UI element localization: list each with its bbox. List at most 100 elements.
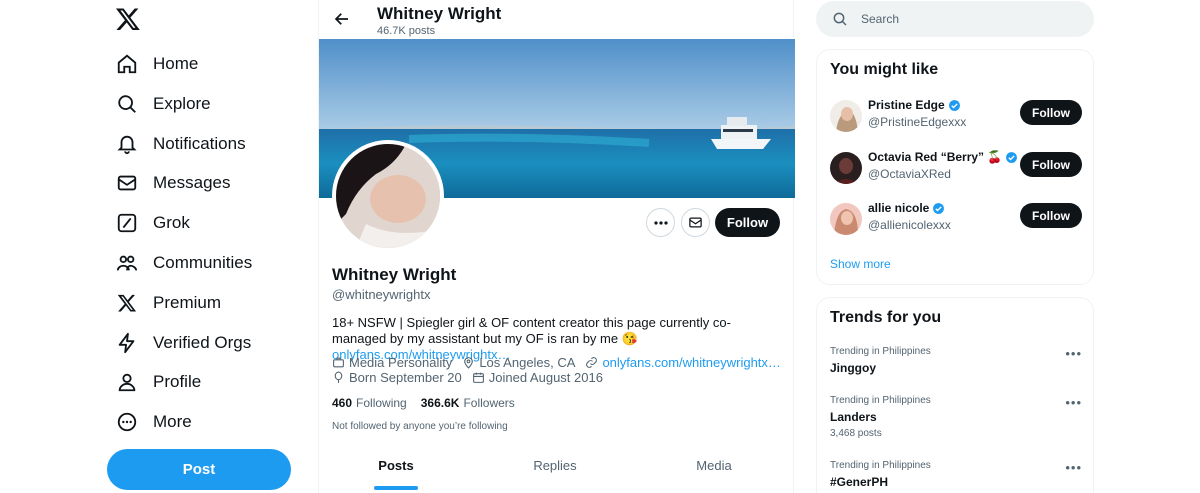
- nav-item-notifications[interactable]: Notifications: [115, 124, 246, 164]
- nav-item-explore[interactable]: Explore: [115, 84, 211, 124]
- followers-link[interactable]: 366.6K Followers: [421, 396, 515, 410]
- trend-item[interactable]: Trending in Philippines Landers 3,468 po…: [830, 395, 1082, 439]
- trend-name: #GenerPH: [830, 475, 889, 489]
- user-name: Octavia Red “Berry” 🍒: [868, 150, 1018, 164]
- nav-label: Home: [153, 54, 199, 73]
- nav-label: Messages: [153, 173, 231, 192]
- trend-context: Trending in Philippines: [830, 346, 931, 357]
- nav-item-profile[interactable]: Profile: [115, 362, 201, 402]
- tab-replies[interactable]: Replies: [513, 458, 597, 493]
- envelope-icon: [689, 217, 702, 228]
- nav-label: Grok: [153, 213, 190, 232]
- follow-button[interactable]: Follow: [1020, 100, 1082, 125]
- trend-item[interactable]: Trending in Philippines #GenerPH •••: [830, 460, 1082, 489]
- avatar[interactable]: [830, 100, 862, 132]
- more-options-icon[interactable]: •••: [1065, 346, 1082, 361]
- post-button[interactable]: Post: [107, 449, 291, 490]
- suggested-user[interactable]: Octavia Red “Berry” 🍒 @OctaviaXRed Follo…: [830, 149, 1082, 189]
- profile-avatar[interactable]: [332, 140, 444, 252]
- avatar[interactable]: [830, 203, 862, 235]
- link-icon: [586, 357, 598, 368]
- follow-button[interactable]: Follow: [1020, 203, 1082, 228]
- left-navigation: Home Explore Notifications Messages Grok…: [105, 0, 305, 493]
- header-name: Whitney Wright: [377, 4, 502, 23]
- following-link[interactable]: 460 Following: [332, 396, 407, 410]
- more-options-icon[interactable]: •••: [1065, 460, 1082, 475]
- verified-badge-icon: [948, 99, 960, 111]
- nav-label: Notifications: [153, 134, 246, 153]
- user-name-text: Octavia Red “Berry” 🍒: [868, 150, 1003, 164]
- person-icon: [115, 370, 139, 394]
- nav-item-premium[interactable]: Premium: [115, 283, 221, 323]
- category-text: Media Personality: [349, 355, 453, 370]
- grok-icon: [115, 211, 139, 235]
- meta-category: Media Personality: [332, 355, 452, 370]
- user-handle: @OctaviaXRed: [868, 167, 951, 181]
- calendar-icon: [472, 372, 484, 383]
- x-logo-icon: [115, 291, 139, 315]
- tab-media[interactable]: Media: [672, 458, 756, 493]
- meta-joined: Joined August 2016: [472, 370, 603, 385]
- people-icon: [115, 251, 139, 275]
- search-placeholder: Search: [861, 12, 900, 26]
- follow-stats: 460 Following 366.6K Followers: [332, 396, 529, 410]
- bell-icon: [115, 132, 139, 156]
- nav-label: Communities: [153, 253, 253, 272]
- profile-meta-row-2: Born September 20 Joined August 2016: [332, 370, 613, 385]
- who-to-follow-card: You might like Pristine Edge @PristineEd…: [816, 49, 1094, 285]
- verified-badge-icon: [933, 202, 945, 214]
- suggested-user[interactable]: allie nicole @allienicolexxx Follow: [830, 200, 1082, 240]
- nav-label: Premium: [153, 293, 222, 312]
- trend-post-count: 3,468 posts: [830, 428, 882, 439]
- search-icon: [115, 92, 139, 116]
- nav-item-communities[interactable]: Communities: [115, 243, 252, 283]
- suggested-user[interactable]: Pristine Edge @PristineEdgexxx Follow: [830, 97, 1082, 137]
- location-pin-icon: [464, 357, 474, 369]
- nav-item-home[interactable]: Home: [115, 44, 198, 84]
- avatar-image: [336, 144, 440, 248]
- trends-title: Trends for you: [830, 309, 942, 326]
- verified-badge-icon: [1006, 151, 1018, 163]
- joined-text: Joined August 2016: [488, 370, 603, 385]
- user-name: allie nicole: [868, 201, 945, 215]
- nav-item-verified-orgs[interactable]: Verified Orgs: [115, 323, 251, 363]
- avatar[interactable]: [830, 152, 862, 184]
- nav-item-grok[interactable]: Grok: [115, 203, 190, 243]
- followers-label: Followers: [463, 396, 515, 410]
- trend-context: Trending in Philippines: [830, 395, 931, 406]
- nav-item-messages[interactable]: Messages: [115, 163, 230, 203]
- who-to-follow-title: You might like: [830, 61, 939, 78]
- website-link[interactable]: onlyfans.com/whitneywrightx…: [602, 355, 780, 370]
- following-label: Following: [356, 396, 407, 410]
- header-post-count: 46.7K posts: [377, 25, 436, 37]
- profile-meta-row-1: Media Personality Los Angeles, CA onlyfa…: [332, 355, 791, 370]
- nav-label: More: [153, 412, 192, 431]
- not-followed-note: Not followed by anyone you’re following: [332, 421, 508, 432]
- follow-button[interactable]: Follow: [1020, 152, 1082, 177]
- nav-label: Profile: [153, 372, 202, 391]
- show-more-link[interactable]: Show more: [830, 257, 891, 271]
- x-logo-icon[interactable]: [115, 6, 141, 32]
- meta-website[interactable]: onlyfans.com/whitneywrightx…: [585, 355, 781, 370]
- profile-column: Whitney Wright 46.7K posts Follow Whitne…: [318, 0, 795, 493]
- lightning-icon: [115, 331, 139, 355]
- trend-context: Trending in Philippines: [830, 460, 931, 471]
- back-arrow-icon[interactable]: [333, 10, 351, 28]
- search-bar[interactable]: Search: [816, 1, 1094, 37]
- born-text: Born September 20: [349, 370, 462, 385]
- user-name: Pristine Edge: [868, 98, 961, 112]
- envelope-icon: [115, 171, 139, 195]
- meta-location: Los Angeles, CA: [462, 355, 575, 370]
- user-name-text: allie nicole: [868, 201, 930, 215]
- nav-item-more[interactable]: More: [115, 402, 192, 442]
- message-button[interactable]: [681, 208, 710, 237]
- balloon-icon: [334, 371, 343, 383]
- more-options-icon[interactable]: •••: [1065, 395, 1082, 410]
- nav-label: Explore: [153, 94, 211, 113]
- follow-button[interactable]: Follow: [715, 208, 780, 237]
- bio-text: 18+ NSFW | Spiegler girl & OF content cr…: [332, 315, 731, 346]
- more-circle-icon: [115, 410, 139, 434]
- trend-item[interactable]: Trending in Philippines Jinggoy •••: [830, 346, 1082, 375]
- more-options-button[interactable]: [646, 208, 675, 237]
- user-handle: @allienicolexxx: [868, 218, 951, 232]
